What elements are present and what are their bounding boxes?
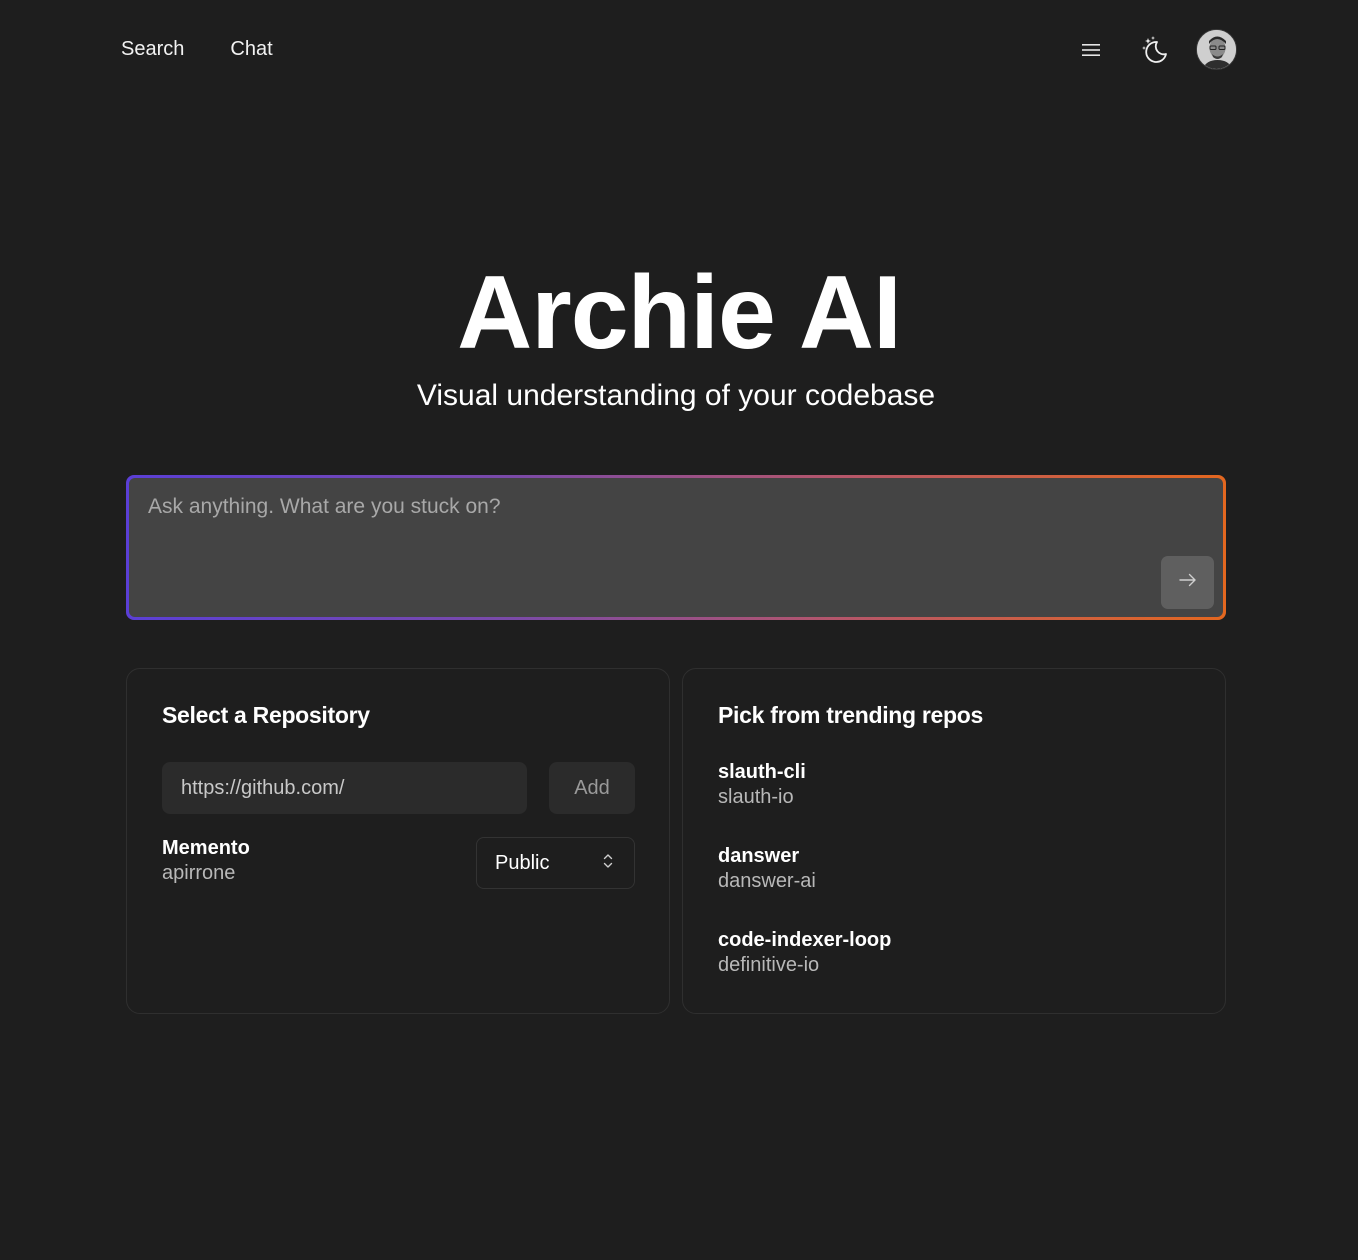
nav-search-link[interactable]: Search [121, 36, 184, 62]
visibility-select[interactable]: Public [476, 837, 635, 889]
repo-url-input[interactable] [162, 762, 527, 814]
selected-repo-owner: apirrone [162, 862, 236, 884]
chevron-up-down-icon [602, 852, 614, 875]
menu-icon[interactable] [1078, 30, 1104, 70]
send-button[interactable] [1161, 556, 1214, 609]
selected-repo-name: Memento [162, 837, 250, 859]
trending-repo-owner: slauth-io [718, 786, 794, 808]
top-nav: Search Chat [121, 36, 273, 62]
nav-chat-link[interactable]: Chat [230, 36, 272, 62]
trending-item[interactable]: code-indexer-loop definitive-io [718, 928, 891, 1012]
avatar[interactable] [1196, 29, 1237, 70]
trending-repo-owner: danswer-ai [718, 870, 816, 892]
select-repository-title: Select a Repository [162, 702, 370, 728]
selected-repo: Memento apirrone [162, 836, 250, 886]
add-button[interactable]: Add [549, 762, 635, 814]
trending-item[interactable]: slauth-cli slauth-io [718, 760, 891, 844]
trending-repo-name: slauth-cli [718, 761, 806, 783]
trending-list: slauth-cli slauth-io danswer danswer-ai … [718, 760, 891, 1012]
select-repository-card: Select a Repository Add Memento apirrone… [126, 668, 670, 1014]
hero-title: Archie AI [457, 255, 902, 371]
ask-input[interactable] [148, 492, 1148, 522]
nav-actions [1078, 29, 1237, 70]
trending-repo-name: danswer [718, 845, 800, 867]
trending-repo-name: code-indexer-loop [718, 929, 892, 951]
trending-repos-title: Pick from trending repos [718, 702, 984, 728]
moon-stars-icon[interactable] [1140, 30, 1172, 70]
ask-box [126, 475, 1226, 620]
trending-repo-owner: definitive-io [718, 954, 820, 976]
trending-repos-card: Pick from trending repos slauth-cli slau… [682, 668, 1226, 1014]
ask-box-inner [129, 478, 1223, 617]
hero-subtitle: Visual understanding of your codebase [416, 379, 936, 412]
trending-item[interactable]: danswer danswer-ai [718, 844, 891, 928]
visibility-value: Public [495, 851, 550, 874]
arrow-right-icon [1178, 573, 1197, 592]
